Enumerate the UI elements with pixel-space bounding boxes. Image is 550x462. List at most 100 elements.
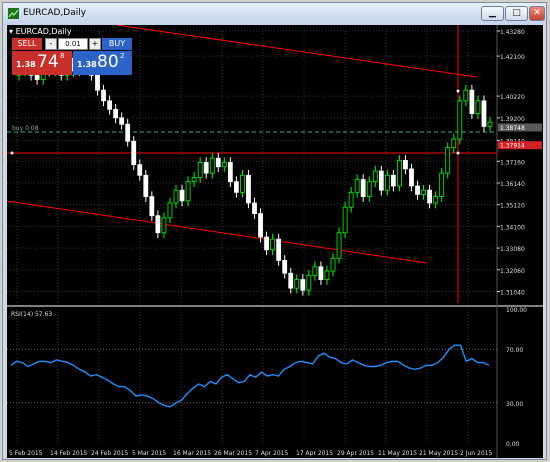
candle-body — [378, 170, 384, 191]
candle-body — [264, 236, 269, 251]
buy-price-prefix: 1.38 — [77, 60, 97, 69]
buy-button[interactable]: BUY — [102, 38, 132, 50]
date-tick-label: 5 Feb 2015 — [9, 450, 43, 457]
candle-body — [191, 177, 197, 183]
sell-price-fraction: 8 — [60, 52, 65, 60]
date-tick-label: 11 May 2015 — [378, 450, 417, 457]
maximize-button[interactable]: □ — [505, 6, 528, 21]
candle-body — [469, 89, 475, 114]
candle-body — [384, 174, 390, 191]
candle-body — [330, 257, 336, 272]
chart-icon-small: ▾ — [9, 27, 14, 36]
close-button[interactable]: ✕ — [529, 6, 545, 21]
candle-body — [403, 160, 408, 170]
candle-body — [276, 238, 282, 261]
sell-price-pips: 74 — [37, 52, 59, 72]
candle-body — [300, 279, 306, 291]
candle-body — [294, 279, 300, 289]
rsi-line — [10, 344, 490, 408]
candle-body — [324, 270, 330, 280]
candle-body — [137, 164, 143, 176]
candle-body — [348, 191, 354, 208]
date-tick-label: 26 Mar 2015 — [214, 450, 252, 457]
price-tick-label: 1.32060 — [500, 268, 525, 275]
candle-body — [246, 174, 251, 204]
candle-body — [227, 162, 233, 183]
price-tick-label: 1.40220 — [500, 94, 525, 101]
lot-increase-button[interactable]: + — [89, 38, 101, 50]
date-tick-label: 14 Feb 2015 — [50, 450, 88, 457]
candle-body — [372, 170, 378, 183]
price-tick-label: 1.34100 — [500, 224, 525, 231]
date-axis: 5 Feb 2015 14 Feb 2015 24 Feb 2015 5 Mar 20… — [9, 450, 492, 457]
date-tick-label: 21 May 2015 — [419, 450, 458, 457]
candle-body — [366, 181, 372, 197]
candle-body — [131, 140, 137, 166]
candle-body — [354, 179, 360, 193]
lot-decrease-button[interactable]: - — [45, 38, 57, 50]
candle-body — [409, 168, 414, 187]
candle-body — [143, 174, 149, 197]
candle-body — [487, 121, 493, 127]
candle-body — [336, 232, 342, 259]
price-tick-label: 1.43280 — [500, 29, 525, 36]
trendline-lower — [7, 200, 428, 264]
candle-body — [215, 157, 221, 168]
candle-body — [119, 117, 125, 125]
price-tick-label: 1.39200 — [500, 116, 525, 123]
candle-body — [360, 179, 366, 197]
price-tick-label: 1.37160 — [500, 159, 525, 166]
candle-body — [427, 189, 433, 204]
date-tick-label: 17 Apr 2015 — [296, 450, 333, 457]
chart-icon — [8, 8, 19, 19]
one-click-trading-panel: SELL - 0.01 + BUY 1.38 74 8 1.38 80 2 — [10, 36, 132, 76]
pending-order-label: buy 0.08 — [12, 125, 39, 132]
sell-button[interactable]: SELL — [12, 38, 42, 50]
date-tick-label: 29 Apr 2015 — [337, 450, 374, 457]
candle-body — [209, 157, 215, 174]
rsi-axis-label: 30.00 — [506, 401, 523, 408]
chart-area[interactable]: buy 0.08 1.43280 1.42100 1.40220 1.39200 1.38… — [7, 25, 543, 458]
price-chart[interactable]: buy 0.08 1.43280 1.42100 1.40220 1.39200 1.38… — [7, 25, 543, 458]
date-tick-label: 16 Mar 2015 — [173, 450, 211, 457]
candle-body — [95, 74, 100, 91]
candle-body — [397, 160, 402, 187]
candle-body — [282, 260, 288, 274]
current-price-tag-label: 1.38748 — [500, 125, 525, 132]
candle-body — [113, 108, 119, 119]
candle-body — [390, 174, 396, 187]
current-price-tag-label: 1.37914 — [500, 143, 525, 150]
candle-body — [125, 123, 131, 142]
candle-body — [258, 213, 263, 238]
candle-body — [451, 138, 457, 149]
candle-body — [203, 162, 209, 174]
candle-body — [252, 202, 257, 215]
candle-body — [463, 89, 469, 102]
rsi-panel: 100.00 70.00 30.00 0.00 RSI(14) 57.63 — [7, 307, 527, 448]
candle-body — [475, 100, 481, 114]
minimize-button[interactable]: ▁ — [481, 6, 504, 21]
title-bar[interactable]: EURCAD,Daily ▁ □ ✕ — [3, 3, 546, 25]
candle-body — [149, 196, 155, 217]
candles — [16, 52, 493, 296]
rsi-axis-label: 100.00 — [506, 307, 527, 314]
date-tick-label: 5 Mar 2015 — [132, 450, 166, 457]
price-tick-label: 1.33080 — [500, 246, 525, 253]
lot-size-input[interactable]: 0.01 — [58, 38, 88, 50]
price-tick-label: 1.31040 — [500, 290, 525, 297]
sell-price-prefix: 1.38 — [16, 60, 36, 69]
price-axis: 1.432801.421001.402201.392001.381401.371… — [497, 29, 542, 297]
candle-body — [101, 89, 106, 102]
candle-body — [179, 189, 185, 202]
rsi-axis-label: 70.00 — [506, 347, 523, 354]
candle-body — [288, 272, 294, 289]
chart-window: EURCAD,Daily ▁ □ ✕ buy 0.08 1.43280 1.4210… — [2, 2, 547, 460]
sell-price-display[interactable]: 1.38 74 8 — [12, 51, 72, 75]
price-tick-label: 1.36140 — [500, 181, 525, 188]
buy-price-display[interactable]: 1.38 80 2 — [73, 51, 132, 75]
window-title: EURCAD,Daily — [23, 8, 87, 18]
date-tick-label: 2 Jun 2015 — [460, 450, 492, 457]
candle-body — [433, 196, 439, 204]
rsi-axis-label: 0.00 — [506, 441, 520, 448]
candle-body — [342, 206, 348, 234]
